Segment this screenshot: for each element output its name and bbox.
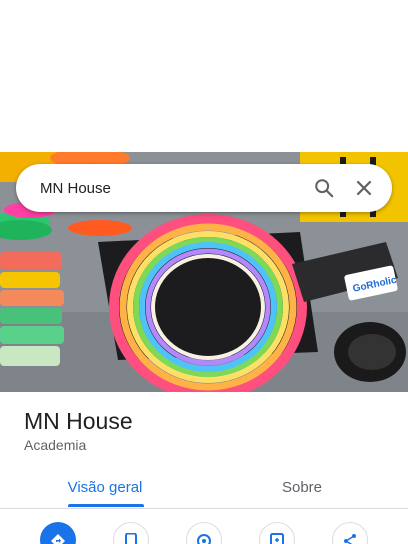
directions-button[interactable]	[40, 522, 76, 544]
search-icon[interactable]	[304, 168, 344, 208]
place-category: Academia	[24, 437, 87, 453]
directions-icon	[50, 533, 66, 544]
location-button[interactable]	[186, 522, 222, 544]
close-icon[interactable]	[344, 168, 384, 208]
search-input[interactable]: MN House	[40, 180, 304, 197]
tab-about[interactable]: Sobre	[196, 466, 408, 508]
share-button[interactable]	[332, 522, 368, 544]
save-icon	[270, 533, 284, 544]
action-buttons	[0, 522, 408, 544]
save-button[interactable]	[259, 522, 295, 544]
phone-icon	[124, 532, 138, 544]
phone-button[interactable]	[113, 522, 149, 544]
active-tab-indicator	[68, 504, 144, 507]
place-title: MN House	[24, 408, 133, 434]
tabs-divider	[0, 508, 408, 509]
tab-overview[interactable]: Visão geral	[0, 466, 210, 508]
share-icon	[342, 533, 358, 544]
search-bar[interactable]: MN House	[16, 164, 392, 212]
map-area	[0, 0, 408, 152]
tab-bar: Visão geral Sobre	[0, 466, 408, 508]
location-icon	[196, 533, 212, 544]
